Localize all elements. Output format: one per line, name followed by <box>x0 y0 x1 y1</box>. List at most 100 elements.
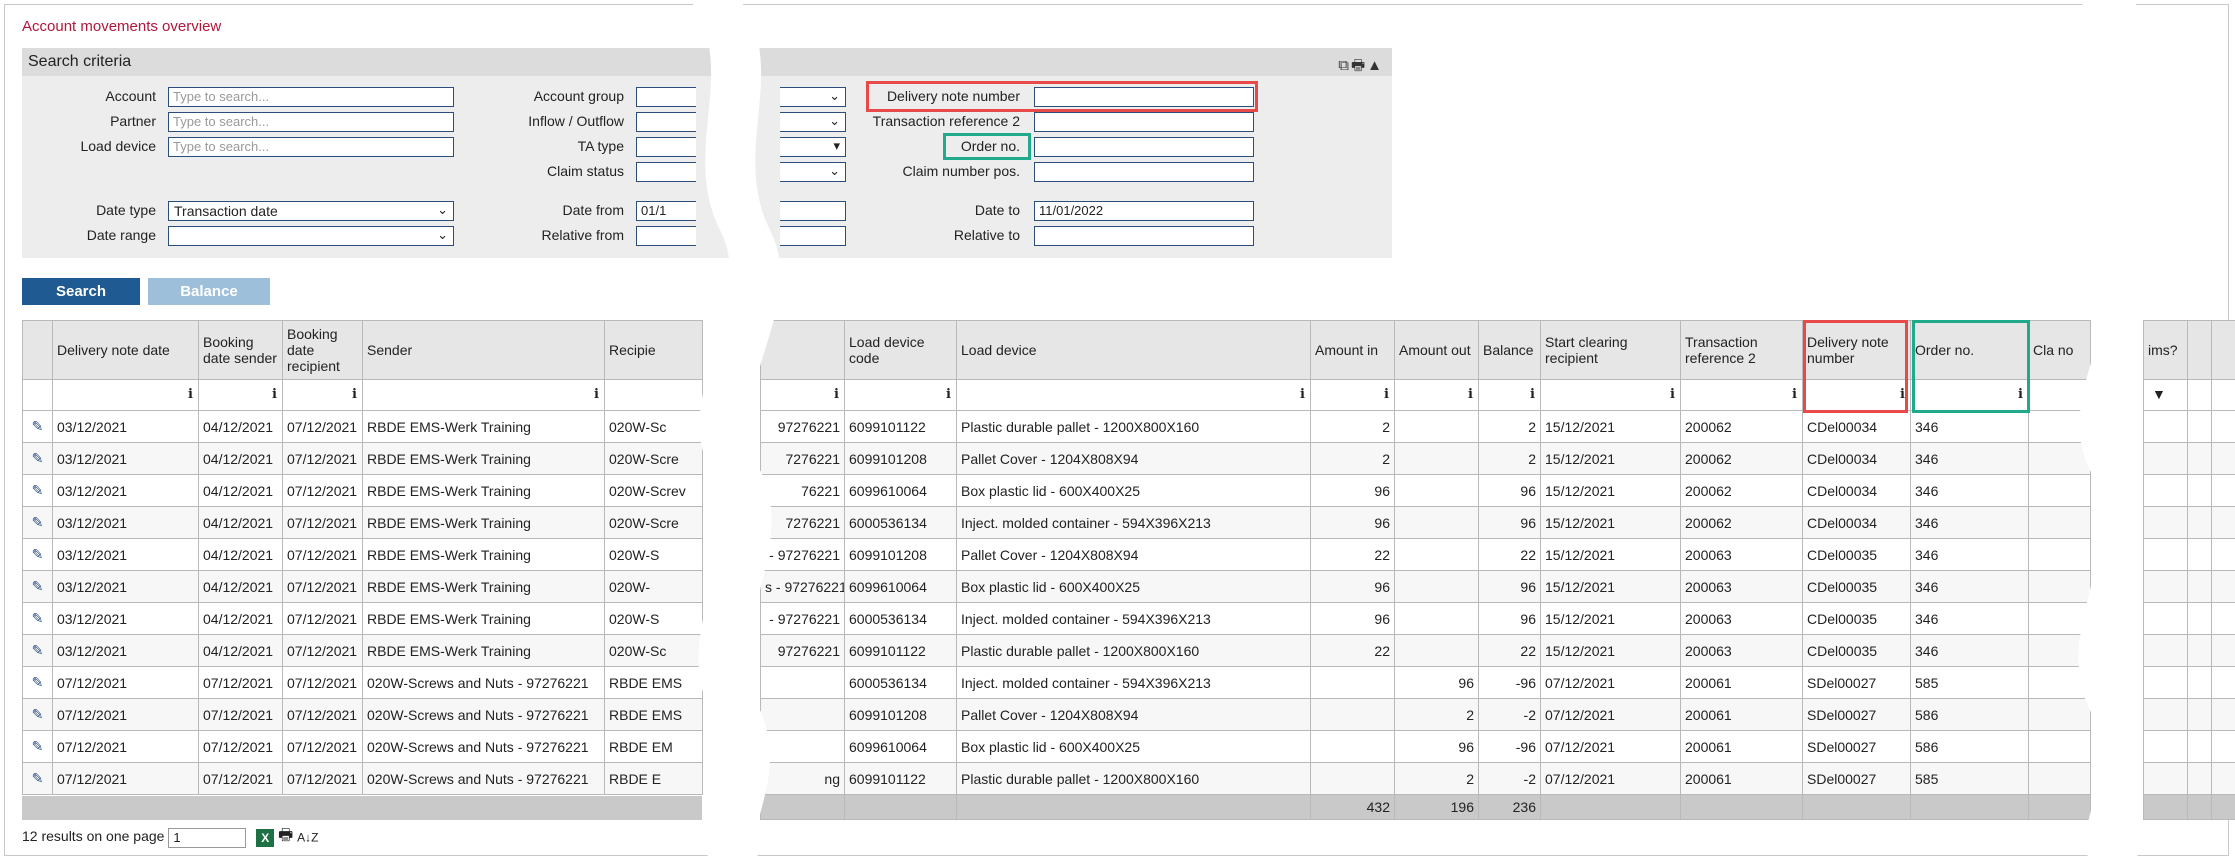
relative-to-input[interactable] <box>1034 226 1254 246</box>
table-row[interactable] <box>2143 442 2235 475</box>
print-icon[interactable]: 🖶 <box>278 827 293 844</box>
table-row[interactable] <box>2143 666 2235 699</box>
table-row[interactable]: 6099610064 Box plastic lid - 600X400X25 96… <box>760 730 2091 763</box>
filter-cell[interactable]: i <box>1680 379 1803 411</box>
table-row[interactable]: ✎ 03/12/2021 04/12/2021 07/12/2021 RBDE EMS-… <box>22 602 703 635</box>
filter-cell[interactable]: i <box>52 379 199 411</box>
edit-icon[interactable]: ✎ <box>22 538 53 571</box>
sort-icon[interactable]: A↓Z <box>297 831 318 845</box>
edit-icon[interactable]: ✎ <box>22 570 53 603</box>
table-row[interactable] <box>2143 474 2235 507</box>
info-icon[interactable]: i <box>1384 387 1389 402</box>
date-to-input[interactable]: 11/01/2022 <box>1034 201 1254 221</box>
filter-cell[interactable]: i <box>1310 379 1395 411</box>
table-row[interactable]: - 97276221 6099101208 Pallet Cover - 1204X… <box>760 538 2091 571</box>
column-header[interactable]: Delivery note date <box>52 320 199 380</box>
info-icon[interactable]: i <box>834 387 839 402</box>
table-row[interactable]: 7276221 6000536134 Inject. molded containe… <box>760 506 2091 539</box>
column-header[interactable]: Sender <box>362 320 605 380</box>
table-row[interactable]: ✎ 03/12/2021 04/12/2021 07/12/2021 RBDE EMS-… <box>22 634 703 667</box>
load-device-input[interactable]: Type to search... <box>168 137 454 157</box>
info-icon[interactable]: i <box>1792 387 1797 402</box>
edit-icon[interactable]: ✎ <box>22 410 53 443</box>
table-row[interactable]: ✎ 03/12/2021 04/12/2021 07/12/2021 RBDE EMS-… <box>22 506 703 539</box>
column-header[interactable]: Transaction reference 2 <box>1680 320 1803 380</box>
edit-icon[interactable]: ✎ <box>22 634 53 667</box>
table-row[interactable] <box>2143 506 2235 539</box>
column-header[interactable]: Booking date sender <box>198 320 283 380</box>
filter-cell[interactable]: i <box>282 379 363 411</box>
search-button[interactable]: Search <box>22 278 140 305</box>
column-header[interactable]: Load device code <box>844 320 957 380</box>
table-row[interactable]: 97276221 6099101122 Plastic durable pallet… <box>760 634 2091 667</box>
table-row[interactable]: ✎ 07/12/2021 07/12/2021 07/12/2021 020W-Scre… <box>22 730 703 763</box>
filter-cell[interactable]: i <box>198 379 283 411</box>
page-input[interactable]: 1 <box>168 827 247 848</box>
table-row[interactable]: 6099101208 Pallet Cover - 1204X808X94 2 -2 0… <box>760 698 2091 731</box>
table-row[interactable]: ng 6099101122 Plastic durable pallet - 120… <box>760 762 2091 795</box>
info-icon[interactable]: i <box>594 387 599 402</box>
table-row[interactable] <box>2143 410 2235 443</box>
table-row[interactable] <box>2143 698 2235 731</box>
table-row[interactable]: ✎ 03/12/2021 04/12/2021 07/12/2021 RBDE EMS-… <box>22 442 703 475</box>
table-row[interactable] <box>2143 538 2235 571</box>
table-row[interactable]: 6000536134 Inject. molded container - 594… <box>760 666 2091 699</box>
edit-icon[interactable]: ✎ <box>22 506 53 539</box>
excel-export-icon[interactable]: X <box>256 828 275 847</box>
table-row[interactable] <box>2143 730 2235 763</box>
partner-input[interactable]: Type to search... <box>168 112 454 132</box>
filter-cell[interactable]: ▼ <box>2143 379 2188 411</box>
table-row[interactable]: ✎ 03/12/2021 04/12/2021 07/12/2021 RBDE EMS-… <box>22 538 703 571</box>
edit-icon[interactable]: ✎ <box>22 698 53 731</box>
table-row[interactable]: 97276221 6099101122 Plastic durable pallet… <box>760 410 2091 443</box>
table-row[interactable] <box>2143 570 2235 603</box>
table-row[interactable]: ✎ 03/12/2021 04/12/2021 07/12/2021 RBDE EMS-… <box>22 570 703 603</box>
account-input[interactable]: Type to search... <box>168 87 454 107</box>
table-row[interactable] <box>2143 634 2235 667</box>
column-header[interactable]: Amount in <box>1310 320 1395 380</box>
column-header[interactable]: Balance <box>1478 320 1541 380</box>
date-range-select[interactable]: ⌄ <box>168 226 454 246</box>
edit-icon[interactable]: ✎ <box>22 602 53 635</box>
info-icon[interactable]: i <box>1530 387 1535 402</box>
filter-cell[interactable]: i <box>956 379 1311 411</box>
info-icon[interactable]: i <box>946 387 951 402</box>
info-icon[interactable]: i <box>1468 387 1473 402</box>
table-row[interactable]: 76221 6099610064 Box plastic lid - 600X400… <box>760 474 2091 507</box>
column-header[interactable]: ims? <box>2143 320 2188 380</box>
transaction-ref2-input[interactable] <box>1034 112 1254 132</box>
table-row[interactable]: ✎ 07/12/2021 07/12/2021 07/12/2021 020W-Scre… <box>22 762 703 795</box>
column-header[interactable]: Load device <box>956 320 1311 380</box>
filter-cell[interactable]: i <box>1540 379 1681 411</box>
filter-cell[interactable]: i <box>844 379 957 411</box>
column-header[interactable]: Start clearing recipient <box>1540 320 1681 380</box>
balance-button[interactable]: Balance <box>148 278 270 305</box>
edit-icon[interactable]: ✎ <box>22 442 53 475</box>
date-type-select[interactable]: Transaction date ⌄ <box>168 201 454 221</box>
dropdown-arrow-icon[interactable]: ▼ <box>2152 386 2166 402</box>
info-icon[interactable]: i <box>272 387 277 402</box>
filter-cell[interactable]: i <box>1394 379 1479 411</box>
info-icon[interactable]: i <box>352 387 357 402</box>
filter-cell[interactable]: i <box>1478 379 1541 411</box>
filter-cell[interactable]: i <box>362 379 605 411</box>
table-row[interactable]: ✎ 07/12/2021 07/12/2021 07/12/2021 020W-Scre… <box>22 666 703 699</box>
table-row[interactable]: ✎ 03/12/2021 04/12/2021 07/12/2021 RBDE EMS-… <box>22 410 703 443</box>
table-row[interactable] <box>2143 762 2235 795</box>
table-row[interactable]: s - 97276221 6099610064 Box plastic lid - … <box>760 570 2091 603</box>
info-icon[interactable]: i <box>188 387 193 402</box>
order-no-input[interactable] <box>1034 137 1254 157</box>
edit-icon[interactable]: ✎ <box>22 730 53 763</box>
info-icon[interactable]: i <box>1670 387 1675 402</box>
column-header[interactable]: Amount out <box>1394 320 1479 380</box>
claim-number-pos-input[interactable] <box>1034 162 1254 182</box>
table-row[interactable] <box>2143 602 2235 635</box>
table-row[interactable]: - 97276221 6000536134 Inject. molded conta… <box>760 602 2091 635</box>
edit-icon[interactable]: ✎ <box>22 762 53 795</box>
panel-tools-icon[interactable]: ⧉🖶▲ <box>1338 52 1384 80</box>
table-row[interactable]: ✎ 07/12/2021 07/12/2021 07/12/2021 020W-Scre… <box>22 698 703 731</box>
edit-icon[interactable]: ✎ <box>22 666 53 699</box>
column-header[interactable]: Booking date recipient <box>282 320 363 380</box>
info-icon[interactable]: i <box>1300 387 1305 402</box>
table-row[interactable]: ✎ 03/12/2021 04/12/2021 07/12/2021 RBDE EMS-… <box>22 474 703 507</box>
